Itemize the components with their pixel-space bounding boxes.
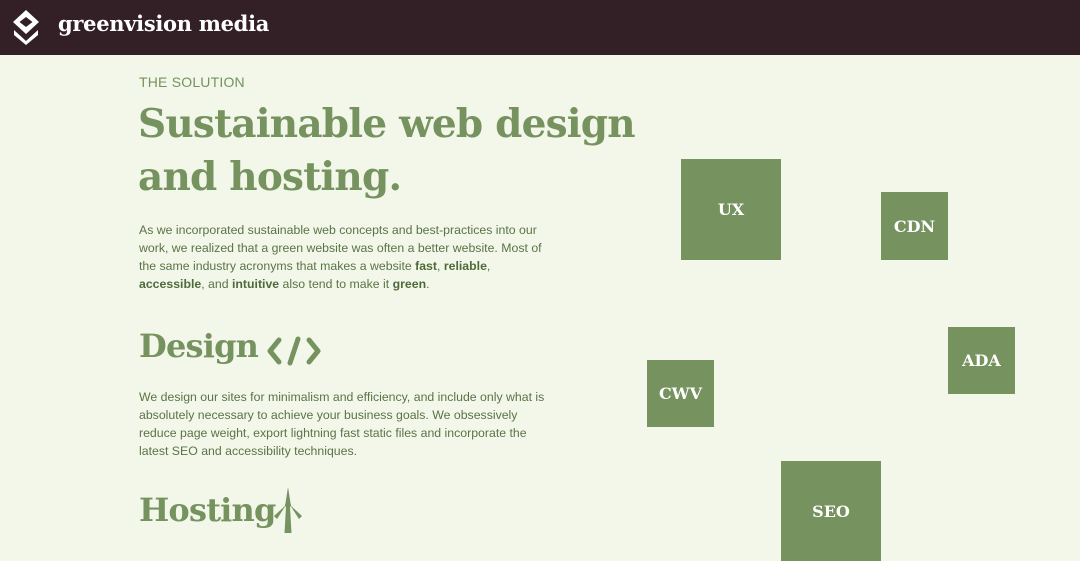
tile-cdn: CDN bbox=[881, 192, 948, 260]
tile-seo: SEO bbox=[781, 461, 881, 561]
keyword-green: green bbox=[392, 277, 427, 291]
keyword-accessible: accessible bbox=[139, 277, 202, 291]
wind-turbine-icon bbox=[274, 487, 302, 533]
keyword-fast: fast bbox=[415, 259, 437, 273]
intro-paragraph: As we incorporated sustainable web conce… bbox=[139, 221, 549, 293]
design-heading: Design bbox=[139, 327, 259, 365]
design-paragraph: We design our sites for minimalism and e… bbox=[139, 390, 545, 458]
top-nav-bar: greenvision media bbox=[0, 0, 1080, 55]
logo-icon bbox=[13, 10, 39, 45]
intro-text: also tend to make it bbox=[279, 277, 393, 291]
code-icon bbox=[267, 336, 321, 366]
keyword-reliable: reliable bbox=[443, 259, 487, 273]
tile-ada: ADA bbox=[948, 327, 1015, 394]
keyword-intuitive: intuitive bbox=[232, 277, 280, 291]
tile-ux: UX bbox=[681, 159, 781, 260]
intro-text: . bbox=[426, 277, 430, 291]
intro-text: , bbox=[437, 259, 444, 273]
tile-cwv: CWV bbox=[647, 360, 714, 427]
page-title-line-1: Sustainable web design bbox=[138, 101, 636, 147]
page-title-line-2: and hosting. bbox=[138, 154, 402, 200]
section-eyebrow: THE SOLUTION bbox=[139, 74, 245, 90]
intro-text: , bbox=[486, 259, 491, 273]
logo-link[interactable] bbox=[12, 9, 40, 50]
brand-name-link[interactable]: greenvision media bbox=[58, 11, 269, 36]
intro-text: , and bbox=[201, 277, 232, 291]
hosting-heading: Hosting bbox=[139, 491, 276, 529]
page-title: Sustainable web design and hosting. bbox=[138, 98, 658, 204]
